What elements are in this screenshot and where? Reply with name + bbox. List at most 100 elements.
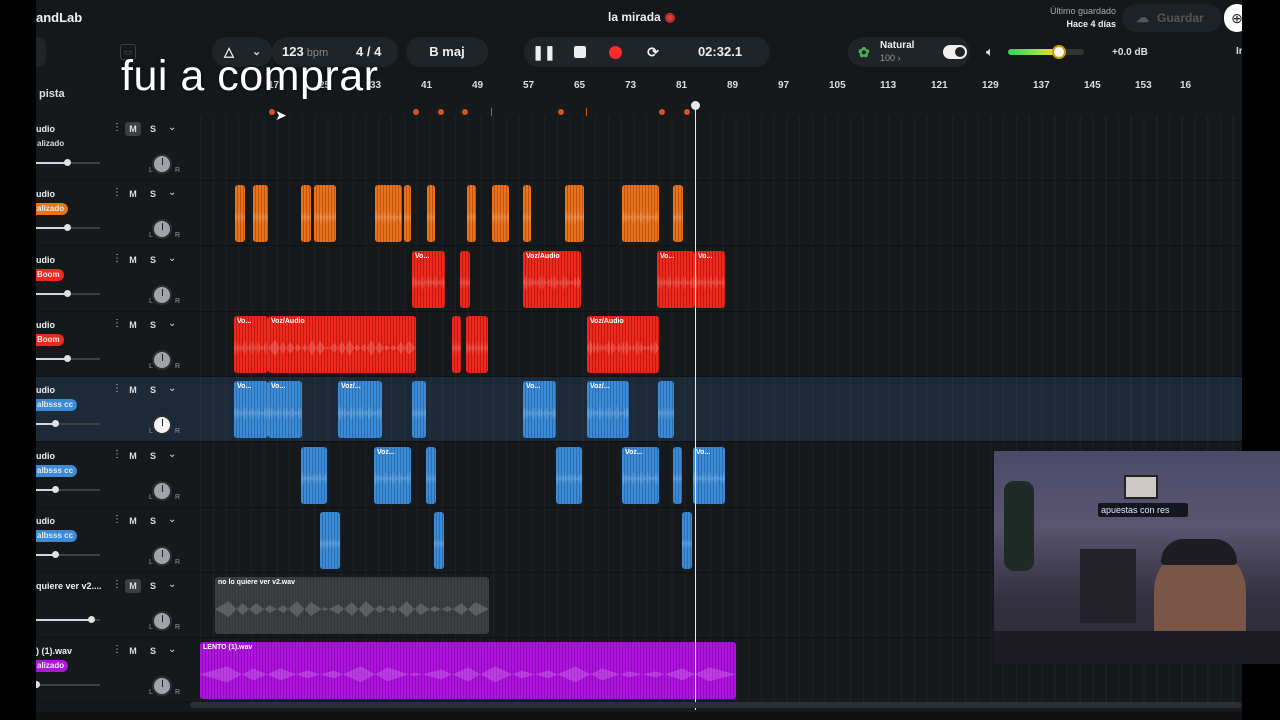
audio-clip[interactable] [492, 185, 509, 243]
chevron-down-icon[interactable]: ⌄ [168, 449, 176, 460]
save-button[interactable]: ☁ Guardar [1122, 4, 1222, 32]
track-volume-slider[interactable] [36, 550, 100, 558]
track-instrument-tag[interactable]: albsss cc [36, 529, 78, 542]
track-row[interactable]: udio albsss cc ⋮ M S ⌄ L R Vo... Vo... Voz/... Vo..… [36, 377, 1242, 443]
region-marker[interactable] [586, 108, 587, 116]
solo-button[interactable]: S [145, 383, 161, 397]
region-marker[interactable] [438, 109, 444, 115]
track-volume-slider[interactable] [36, 159, 100, 166]
audio-clip[interactable]: Vo... [523, 381, 556, 439]
audio-clip[interactable]: Vo... [268, 381, 302, 439]
audio-clip[interactable] [466, 315, 488, 373]
volume-handle[interactable] [52, 550, 60, 558]
mute-button[interactable]: M [125, 187, 141, 201]
volume-handle[interactable] [52, 420, 60, 428]
pan-knob[interactable] [152, 219, 172, 240]
audio-clip[interactable] [556, 446, 582, 504]
track-row[interactable]: udio alizado ⋮ M S ⌄ L R [36, 116, 1242, 181]
track-name[interactable]: udio [36, 385, 55, 395]
track-volume-slider[interactable] [36, 224, 100, 232]
speaker-icon[interactable]: 🔈︎ [986, 44, 994, 60]
audio-clip[interactable] [301, 446, 327, 504]
audio-clip[interactable]: Vo... [695, 250, 725, 308]
solo-button[interactable]: S [145, 122, 161, 136]
track-menu-icon[interactable]: ⋮ [112, 383, 122, 394]
track-row[interactable]: udio Boom ⋮ M S ⌄ L R Vo... Voz/Audio Vo... Vo... [36, 246, 1242, 312]
chevron-down-icon[interactable]: ⌄ [168, 383, 176, 394]
audio-clip[interactable]: Voz/Audio [587, 315, 659, 373]
track-name[interactable]: udio [36, 451, 55, 461]
playhead-handle[interactable] [691, 101, 700, 110]
pause-icon[interactable]: ❚❚ [532, 37, 556, 67]
audio-clip[interactable] [658, 381, 674, 439]
track-volume-slider[interactable] [36, 289, 100, 297]
audio-clip[interactable]: Voz... [374, 446, 411, 504]
audio-clip[interactable] [565, 185, 584, 243]
chevron-down-icon[interactable]: ⌄ [168, 644, 176, 655]
volume-handle[interactable] [88, 616, 96, 624]
add-track-button[interactable]: pista [36, 85, 118, 107]
audio-clip[interactable] [622, 185, 659, 243]
audio-clip[interactable] [460, 250, 470, 308]
track-instrument-tag[interactable]: alizado [36, 138, 68, 150]
pan-knob[interactable] [152, 154, 172, 174]
track-menu-icon[interactable]: ⋮ [112, 579, 122, 590]
track-volume-slider[interactable] [36, 420, 100, 428]
track-row[interactable]: udio alizado ⋮ M S ⌄ L R [36, 181, 1242, 247]
mute-button[interactable]: M [125, 514, 141, 528]
app-logo[interactable]: andLab [36, 10, 82, 25]
audio-clip[interactable] [314, 185, 336, 243]
key-selector[interactable]: B maj [406, 37, 488, 67]
track-lane[interactable] [200, 181, 1242, 246]
track-name[interactable]: udio [36, 320, 55, 330]
region-marker[interactable] [558, 109, 564, 115]
audio-clip[interactable] [452, 315, 461, 373]
track-menu-icon[interactable]: ⋮ [112, 253, 122, 264]
pan-knob[interactable] [152, 415, 172, 436]
track-menu-icon[interactable]: ⋮ [112, 318, 122, 329]
audio-clip[interactable] [301, 185, 311, 243]
audio-clip[interactable]: Vo... [657, 250, 695, 308]
chevron-down-icon[interactable]: ⌄ [168, 122, 176, 133]
track-instrument-tag[interactable]: alizado [36, 660, 69, 673]
volume-handle[interactable] [63, 354, 71, 362]
track-menu-icon[interactable]: ⋮ [112, 122, 122, 133]
audio-clip[interactable] [253, 185, 268, 243]
volume-handle[interactable] [63, 224, 71, 232]
audio-clip[interactable]: Vo... [234, 315, 268, 373]
track-instrument-tag[interactable]: albsss cc [36, 399, 78, 412]
chevron-down-icon[interactable]: ⌄ [168, 318, 176, 329]
volume-handle[interactable] [52, 485, 60, 493]
project-title[interactable]: la mirada ◉ [608, 10, 675, 24]
track-menu-icon[interactable]: ⋮ [112, 187, 122, 198]
track-volume-slider[interactable] [36, 354, 100, 362]
track-name[interactable]: quiere ver v2.... [36, 581, 102, 591]
chevron-down-icon[interactable]: ⌄ [168, 253, 176, 264]
pan-knob[interactable] [152, 349, 172, 370]
pan-knob[interactable] [152, 284, 172, 305]
volume-handle[interactable] [63, 159, 71, 166]
pan-knob[interactable] [152, 676, 172, 697]
mute-button[interactable]: M [125, 644, 141, 658]
track-name[interactable]: udio [36, 516, 55, 526]
solo-button[interactable]: S [145, 579, 161, 593]
chevron-down-icon[interactable]: ⌄ [168, 579, 176, 590]
solo-button[interactable]: S [145, 514, 161, 528]
audio-clip[interactable]: Voz/Audio [523, 250, 581, 308]
record-icon[interactable] [609, 46, 622, 59]
region-marker[interactable] [413, 109, 419, 115]
region-marker[interactable] [684, 109, 690, 115]
preset-label[interactable]: Natural 100 › [880, 40, 914, 64]
track-instrument-tag[interactable]: Boom [36, 268, 64, 281]
track-name[interactable]: udio [36, 189, 55, 199]
region-marker[interactable] [659, 109, 665, 115]
audio-clip[interactable]: Voz... [622, 446, 659, 504]
audio-clip[interactable] [434, 511, 444, 569]
audio-clip[interactable] [467, 185, 476, 243]
mute-button[interactable]: M [125, 579, 141, 594]
solo-button[interactable]: S [145, 318, 161, 332]
mute-button[interactable]: M [125, 253, 141, 267]
input-label[interactable]: In [1236, 46, 1242, 57]
track-instrument-tag[interactable]: Boom [36, 333, 64, 346]
audio-clip[interactable]: LENTO (1).wav [200, 642, 736, 700]
